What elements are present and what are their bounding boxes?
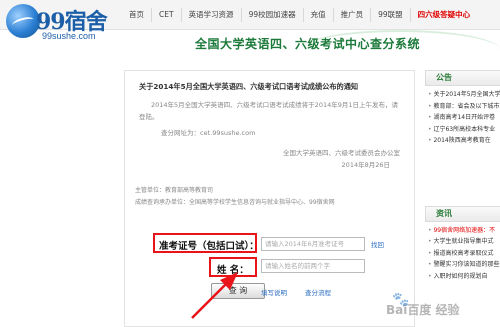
nav-item-english-resources[interactable]: 英语学习资源 bbox=[180, 8, 241, 22]
banner-title: 全国大学英语四、六级考试中心查分系统 bbox=[195, 37, 421, 51]
site-logo[interactable]: 99宿舍 99sushe.com bbox=[6, 2, 121, 48]
nav-item-promoter[interactable]: 推广员 bbox=[332, 8, 371, 22]
sidebar-info-list: 99宿舍网络加速器：不 大学生就业指导集中式 报道高校高考录取仪式 警醒实习你该… bbox=[425, 222, 500, 283]
nav-item-recharge[interactable]: 充值 bbox=[302, 8, 333, 22]
list-item[interactable]: 报道高校高考录取仪式 bbox=[425, 248, 500, 260]
sidebar-notice-list: 关于2014年5月全国大学 教育部：省会及以下城市 湖南高考14日开始评卷 辽宁… bbox=[425, 86, 500, 147]
list-item[interactable]: 2014陕西高考教育在 bbox=[425, 135, 500, 147]
notice-body: 2014年5月全国大学英语四、六级考试口语考试成绩将于2014年9月1日上午发布… bbox=[139, 101, 398, 121]
ticket-number-input[interactable]: 请输入2014年6月准考证号 bbox=[261, 237, 365, 251]
logo-url: 99sushe.com bbox=[42, 31, 96, 41]
sidebar-info-heading: 资讯 bbox=[425, 205, 500, 222]
ticket-label-highlight: 准考证号（包括口试）： bbox=[153, 233, 259, 253]
sidebar-notice-heading: 公告 bbox=[425, 70, 500, 86]
notice-signature-org: 全国大学英语四、六级考试委员会办公室 bbox=[283, 149, 400, 157]
nav-item-home[interactable]: 首页 bbox=[122, 8, 151, 22]
nav-item-accelerator[interactable]: 99校园加速器 bbox=[240, 8, 303, 22]
list-item[interactable]: 入职时如何的规划自 bbox=[425, 271, 500, 283]
sponsor-text: 主管单位：教育部高等教育司 bbox=[135, 187, 214, 194]
nav-item-cet[interactable]: CET bbox=[151, 8, 181, 22]
nav-item-qa-center[interactable]: 四六级答疑中心 bbox=[409, 8, 478, 22]
list-item[interactable]: 教育部：省会及以下城市 bbox=[425, 101, 500, 113]
sidebar: 公告 关于2014年5月全国大学 教育部：省会及以下城市 湖南高考14日开始评卷… bbox=[425, 70, 500, 282]
globe-icon bbox=[6, 4, 40, 38]
list-item[interactable]: 湖南高考14日开始评卷 bbox=[425, 112, 500, 124]
annotation-arrow-icon bbox=[191, 272, 238, 319]
cohost-text: 成绩查询承办单位：全国高等学校学生信息咨询与就业指导中心、99宿舍网 bbox=[135, 199, 335, 206]
list-item[interactable]: 关于2014年5月全国大学 bbox=[425, 89, 500, 101]
list-item[interactable]: 99宿舍网络加速器：不 bbox=[425, 225, 500, 237]
main-panel: 关于2014年5月全国大学英语四、六级考试口语考试成绩公布的通知 2014年5月… bbox=[124, 70, 415, 327]
watermark-text: Bai百度 经验 bbox=[386, 303, 460, 317]
notice-title[interactable]: 关于2014年5月全国大学英语四、六级考试口语考试成绩公布的通知 bbox=[139, 82, 409, 92]
name-input[interactable]: 请输入姓名的前两个字 bbox=[261, 259, 365, 273]
top-nav-bar: 99宿舍 99sushe.com 首页 CET 英语学习资源 99校园加速器 充… bbox=[0, 0, 500, 41]
notice-query-url[interactable]: 查分网址为：cet.99sushe.com bbox=[161, 127, 255, 137]
fill-instructions-link[interactable]: 填写说明 bbox=[261, 287, 287, 297]
list-item[interactable]: 大学生就业指导集中式 bbox=[425, 236, 500, 248]
ticket-number-label: 准考证号（包括口试）： bbox=[159, 241, 259, 252]
list-item[interactable]: 警醒实习你该知道的那些 bbox=[425, 259, 500, 271]
list-item[interactable]: 辽宁63所高校本科专业 bbox=[425, 124, 500, 136]
main-nav: 首页 CET 英语学习资源 99校园加速器 充值 推广员 99联盟 四六级答疑中… bbox=[122, 0, 477, 30]
nav-item-alliance[interactable]: 99联盟 bbox=[370, 8, 410, 22]
retrieve-ticket-link[interactable]: 找回 bbox=[371, 239, 384, 249]
notice-signature-date: 2014年8月26日 bbox=[341, 161, 390, 169]
query-process-link[interactable]: 查分流程 bbox=[305, 287, 331, 297]
